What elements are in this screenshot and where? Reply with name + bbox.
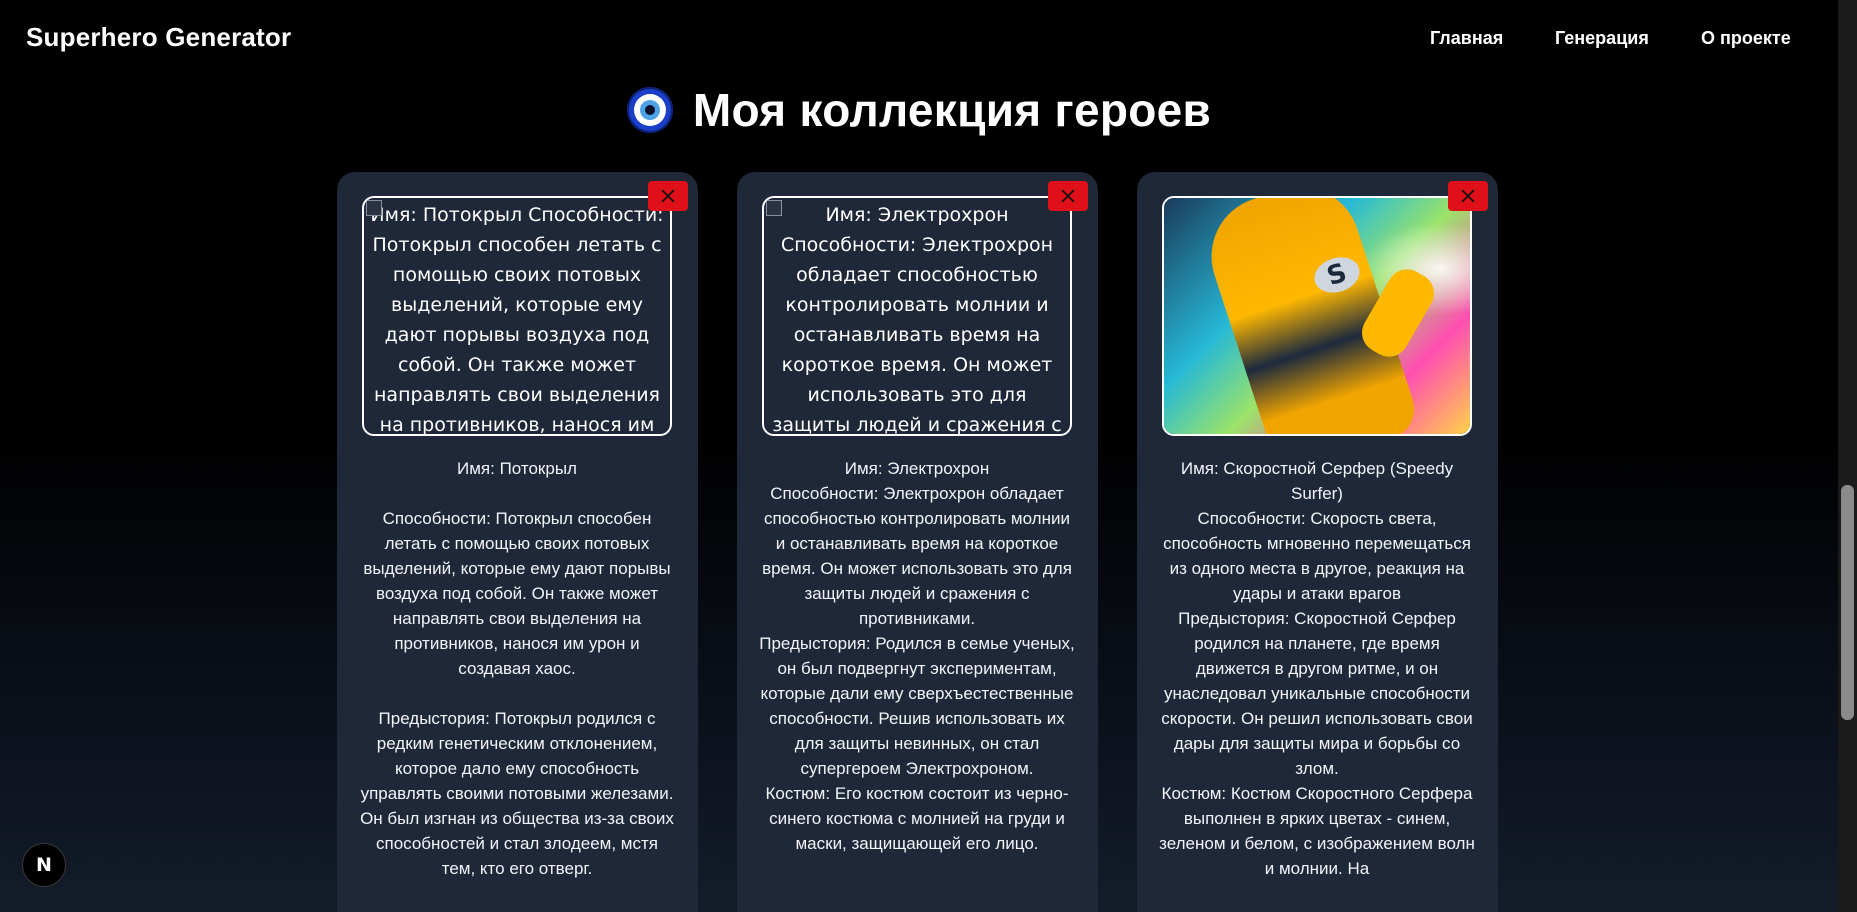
delete-hero-button[interactable]: [648, 181, 688, 211]
nav-link-generate[interactable]: Генерация: [1555, 28, 1649, 49]
hero-image-alt-text: Имя: Электрохрон Способности: Электрохро…: [772, 204, 1062, 436]
nav-link-about[interactable]: О проекте: [1701, 28, 1791, 49]
page-header: Моя коллекция героев: [0, 80, 1838, 140]
close-icon: [1461, 189, 1475, 203]
page-scrollbar[interactable]: [1838, 0, 1857, 912]
hero-image-alt-text: Имя: Потокрыл Способности: Потокрыл спос…: [370, 204, 664, 436]
hero-description: Имя: Потокрыл Способности: Потокрыл спос…: [360, 459, 674, 878]
nav-link-home[interactable]: Главная: [1430, 28, 1503, 49]
hero-card: Имя: Потокрыл Способности: Потокрыл спос…: [337, 172, 698, 912]
hero-description: Имя: Скоростной Серфер (Speedy Surfer) С…: [1159, 459, 1475, 878]
broken-image-icon: [766, 200, 782, 216]
speedy-surfer-illustration: S: [1164, 198, 1470, 434]
hero-image-broken: Имя: Потокрыл Способности: Потокрыл спос…: [362, 196, 672, 436]
nav-links: Главная Генерация О проекте: [0, 28, 1838, 58]
navbar: Superhero Generator Главная Генерация О …: [0, 0, 1838, 78]
hero-description: Имя: Электрохрон Способности: Электрохро…: [759, 459, 1075, 853]
hero-card: Имя: Электрохрон Способности: Электрохро…: [737, 172, 1098, 912]
hero-image: S: [1162, 196, 1472, 436]
broken-image-icon: [366, 200, 382, 216]
hero-card: S Имя: Скоростной Серфер (Speedy Surfer)…: [1137, 172, 1498, 912]
hero-collection: Имя: Потокрыл Способности: Потокрыл спос…: [337, 172, 1498, 912]
delete-hero-button[interactable]: [1048, 181, 1088, 211]
page-title: Моя коллекция героев: [692, 84, 1212, 136]
delete-hero-button[interactable]: [1448, 181, 1488, 211]
nextjs-dev-badge[interactable]: N: [22, 843, 66, 887]
close-icon: [1061, 189, 1075, 203]
close-icon: [661, 189, 675, 203]
hero-image-broken: Имя: Электрохрон Способности: Электрохро…: [762, 196, 1072, 436]
scrollbar-thumb[interactable]: [1841, 485, 1854, 720]
nazar-eye-icon: [626, 87, 673, 133]
